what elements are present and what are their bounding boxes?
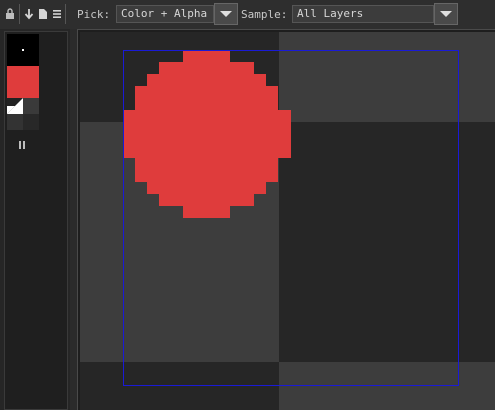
- color-panel: [0, 29, 70, 410]
- menu-icon[interactable]: [50, 5, 64, 23]
- foreground-color-swatch[interactable]: [7, 66, 39, 98]
- color-history-grid[interactable]: [7, 98, 39, 130]
- lock-icon[interactable]: [3, 5, 17, 23]
- color-swatch-area: [4, 31, 68, 410]
- background-color-swatch[interactable]: [7, 34, 39, 66]
- pick-dropdown-button[interactable]: [214, 3, 238, 25]
- pick-select[interactable]: Color + Alpha: [116, 5, 214, 23]
- sample-select[interactable]: All Layers: [292, 5, 434, 23]
- canvas-area[interactable]: [77, 29, 495, 410]
- page-icon[interactable]: [36, 5, 50, 23]
- chevron-down-icon: [220, 11, 232, 17]
- sample-dropdown-button[interactable]: [434, 3, 458, 25]
- sample-label: Sample:: [241, 8, 288, 21]
- layer-bounds-rectangle: [123, 50, 459, 386]
- pick-label: Pick:: [77, 8, 111, 21]
- toolbar: Pick: Color + Alpha Sample: All Layers: [0, 0, 495, 29]
- arrow-down-icon[interactable]: [22, 5, 36, 23]
- pause-icon[interactable]: [19, 141, 27, 151]
- swap-colors-icon: [7, 98, 23, 114]
- chevron-down-icon: [440, 11, 452, 17]
- panel-divider[interactable]: [70, 29, 77, 410]
